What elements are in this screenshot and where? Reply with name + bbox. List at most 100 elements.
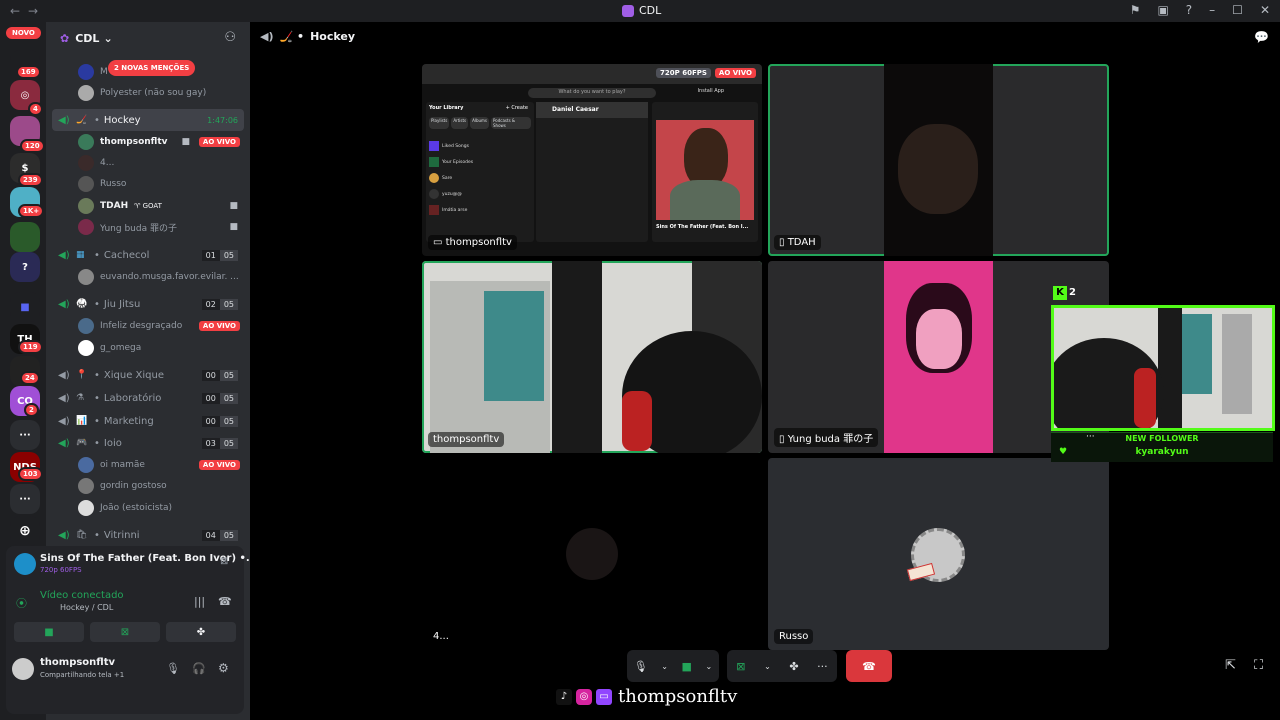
- screenshare-icon[interactable]: ⊠: [736, 660, 745, 673]
- more-icon[interactable]: ···: [1086, 432, 1095, 442]
- avatar: [78, 85, 94, 101]
- voice-channel-ioio[interactable]: ◀) 🎮 • Ioio 03 05: [52, 432, 244, 454]
- disconnect-button[interactable]: ☎: [846, 650, 892, 682]
- noise-icon[interactable]: |||: [194, 595, 205, 608]
- voice-channel-laboratorio[interactable]: ◀) ⚗ • Laboratório 00 05: [52, 387, 244, 409]
- voice-status[interactable]: Vídeo conectado: [40, 590, 124, 601]
- avatar: [78, 176, 94, 192]
- activities-icon[interactable]: ✤: [789, 660, 798, 673]
- voice-channel-xique-xique[interactable]: ◀) 📍 • Xique Xique 00 05: [52, 364, 244, 386]
- voice-channel-marketing[interactable]: ◀) 📊 • Marketing 00 05: [52, 410, 244, 432]
- voice-channel-jiu-jitsu[interactable]: ◀) 🥋 • Jiu Jitsu 02 05: [52, 293, 244, 315]
- heart-icon: ♥: [1059, 447, 1068, 457]
- server-icon-6[interactable]: [10, 222, 40, 252]
- voice-user[interactable]: g_omega: [78, 338, 244, 358]
- more-servers-icon-2[interactable]: ···: [10, 484, 40, 514]
- microphone-icon[interactable]: 🎙: [634, 660, 648, 673]
- instagram-icon: ◎: [576, 688, 592, 705]
- avatar[interactable]: [12, 658, 34, 680]
- chevron-down-icon[interactable]: ⌄: [705, 662, 712, 671]
- activities-button[interactable]: ✤: [166, 622, 236, 642]
- avatar: [78, 318, 94, 334]
- screen-icon[interactable]: ▣: [1157, 3, 1168, 17]
- avatar: [78, 155, 94, 171]
- live-badge: AO VIVO: [198, 137, 240, 147]
- channel-header: ◀) 🏒 • Hockey: [260, 30, 355, 43]
- video-tile-tdah[interactable]: ▯ TDAH: [768, 64, 1109, 256]
- avatar: [78, 478, 94, 494]
- voice-user[interactable]: oi mamãe AO VIVO: [78, 455, 244, 475]
- headphones-icon[interactable]: 🎧: [192, 662, 206, 675]
- voice-timer: 1:47:06: [207, 115, 238, 125]
- more-servers-icon[interactable]: ···: [10, 420, 40, 450]
- voice-location[interactable]: Hockey / CDL: [60, 603, 113, 612]
- channel-title: Hockey: [310, 30, 355, 43]
- activity-quality: 720p 60FPS: [40, 566, 82, 574]
- maximize-button[interactable]: ☐: [1232, 3, 1243, 17]
- list-item[interactable]: Polyester (não sou gay): [78, 83, 244, 103]
- speaker-icon: ◀): [58, 114, 70, 126]
- voice-user[interactable]: João (estoicista): [78, 498, 244, 518]
- server-badge: 103: [18, 467, 43, 481]
- server-badge: 2: [24, 403, 39, 417]
- avatar: [78, 500, 94, 516]
- more-icon[interactable]: ···: [817, 660, 828, 673]
- speaker-icon: ◀): [260, 30, 274, 43]
- voice-user[interactable]: Russo: [78, 174, 244, 194]
- voice-user[interactable]: 4...: [78, 153, 244, 173]
- fullscreen-icon[interactable]: ⛶: [1254, 658, 1263, 673]
- camera-button[interactable]: ■: [14, 622, 84, 642]
- add-member-icon[interactable]: ⚇: [224, 30, 236, 45]
- spotify-search: What do you want to play?: [528, 88, 656, 98]
- microphone-icon[interactable]: 🎙: [166, 662, 180, 675]
- chevron-down-icon[interactable]: ⌄: [764, 662, 771, 671]
- camera-icon[interactable]: ■: [682, 660, 692, 673]
- kick-logo-icon: K: [1053, 286, 1067, 300]
- add-server-icon[interactable]: ⊕: [10, 516, 40, 546]
- help-icon[interactable]: ?: [1186, 3, 1192, 17]
- camera-icon: ■: [181, 137, 190, 147]
- stream-tile[interactable]: What do you want to play? Install App Yo…: [422, 64, 762, 256]
- voice-channel-vitrinni[interactable]: ◀) 🛍 • Vitrinni 04 05: [52, 524, 244, 546]
- stop-stream-icon[interactable]: ⊠: [220, 556, 228, 567]
- chevron-down-icon: ⌄: [103, 31, 113, 45]
- voice-user[interactable]: Infeliz desgraçado AO VIVO: [78, 316, 244, 336]
- avatar: [78, 219, 94, 235]
- phone-icon: ▯: [779, 434, 788, 445]
- new-badge[interactable]: NOVO: [6, 27, 41, 39]
- audio-controls: 🎙 ⌄ ■ ⌄: [627, 650, 719, 682]
- voice-user[interactable]: thompsonfltv ■ AO VIVO: [78, 132, 244, 152]
- mentions-banner[interactable]: 2 NOVAS MENÇÕES: [108, 60, 196, 76]
- voice-user[interactable]: gordin gostoso: [78, 476, 244, 496]
- disconnect-icon[interactable]: ☎: [218, 595, 232, 608]
- popout-icon[interactable]: ⇱: [1225, 658, 1236, 673]
- screenshare-button[interactable]: ⊠: [90, 622, 160, 642]
- avatar: [566, 528, 618, 580]
- server-header[interactable]: ✿ CDL ⌄ ⚇: [46, 22, 250, 54]
- chevron-down-icon[interactable]: ⌄: [661, 662, 668, 671]
- video-tile-4[interactable]: 4...: [422, 458, 762, 650]
- stream-badges: 720P 60FPS AO VIVO: [656, 68, 756, 78]
- video-tile-thompsonfltv[interactable]: thompsonfltv: [422, 261, 762, 453]
- voice-channel-hockey[interactable]: ◀) 🏒 • Hockey 1:47:06: [52, 109, 244, 131]
- avatar: [78, 269, 94, 285]
- video-tile-russo[interactable]: Russo: [768, 458, 1109, 650]
- inbox-icon[interactable]: ⚑: [1130, 3, 1141, 17]
- voice-channel-cachecol[interactable]: ◀) ▦ • Cachecol 01 05: [52, 244, 244, 266]
- minimize-button[interactable]: –: [1209, 3, 1215, 17]
- tile-label: ▯ Yung buda 罪の子: [774, 428, 879, 447]
- library-tabs: Playlists Artists Albums Podcasts & Show…: [429, 117, 531, 129]
- window-title: CDL: [622, 4, 661, 17]
- nav-arrows[interactable]: ←→: [10, 4, 46, 18]
- chat-icon[interactable]: 💬: [1254, 30, 1269, 44]
- close-button[interactable]: ✕: [1260, 3, 1270, 17]
- title-icons: ⚑ ▣ ? – ☐ ✕: [1130, 3, 1270, 17]
- gear-icon[interactable]: ⚙: [218, 661, 229, 675]
- phone-icon: ▯: [779, 237, 788, 248]
- voice-user[interactable]: TDAH ♈ GOAT ■: [78, 196, 244, 216]
- voice-user[interactable]: euvando.musga.favor.evilar. ...: [78, 267, 244, 287]
- server-icon-7[interactable]: ?: [10, 252, 40, 282]
- folder-icon[interactable]: ■: [10, 292, 40, 322]
- voice-user[interactable]: Yung buda 罪の子 ■: [78, 217, 244, 237]
- activity-icon: [14, 553, 36, 575]
